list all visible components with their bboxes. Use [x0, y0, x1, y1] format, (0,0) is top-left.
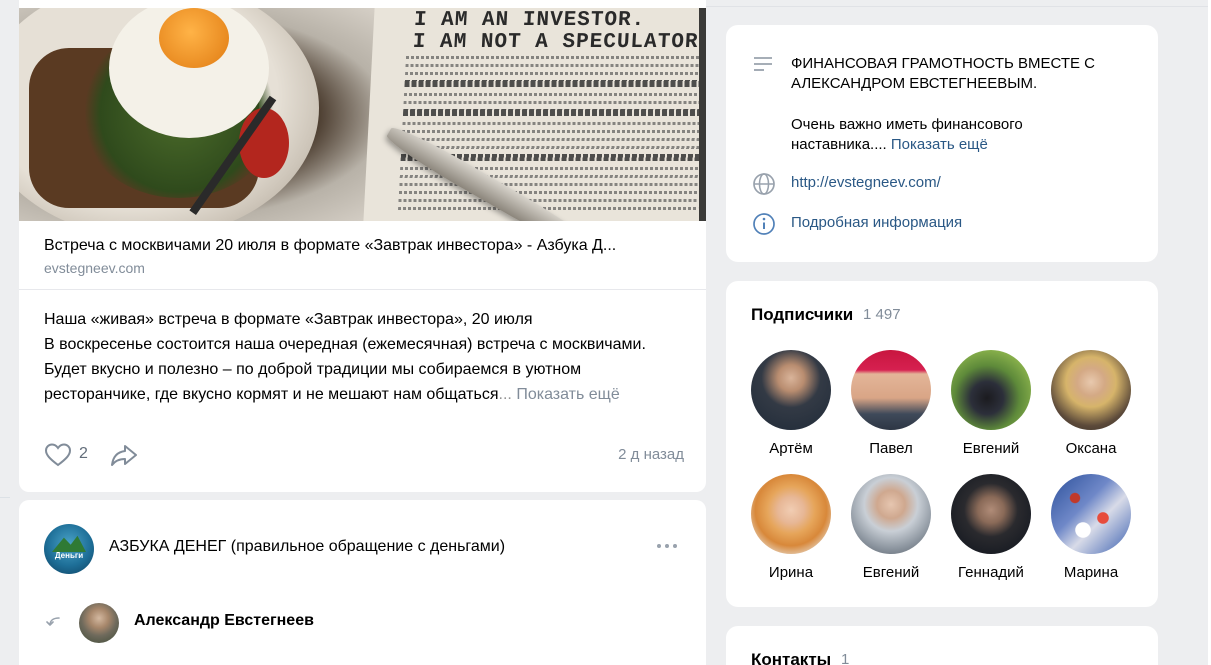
group-avatar[interactable]: Деньги [44, 524, 94, 574]
avatar [851, 474, 931, 554]
post-text: Наша «живая» встреча в формате «Завтрак … [44, 307, 694, 407]
subscriber-item[interactable]: Артём [751, 350, 831, 460]
avatar [1051, 474, 1131, 554]
post-link-image[interactable]: I AM AN INVESTOR. I AM NOT A SPECULATOR. [19, 8, 706, 221]
post-actions: 2 2 д назад [44, 440, 684, 470]
subscriber-name: Оксана [1065, 440, 1117, 457]
text-lines-icon [752, 53, 776, 77]
post-text-line: Будет вкусно и полезно – по доброй тради… [44, 361, 582, 378]
avatar [951, 474, 1031, 554]
author-avatar[interactable] [79, 603, 119, 643]
subscriber-item[interactable]: Павел [851, 350, 931, 460]
top-divider [706, 6, 1211, 7]
community-description: Очень важно иметь финансового наставника… [791, 116, 1023, 153]
contacts-title[interactable]: Контакты [751, 650, 831, 665]
website-link[interactable]: http://evstegneev.com/ [791, 174, 941, 191]
text-fade: ... [498, 386, 512, 403]
more-dots-icon [657, 544, 677, 548]
subscriber-name: Евгений [862, 564, 920, 581]
subscriber-name: Евгений [962, 440, 1020, 457]
avatar [851, 350, 931, 430]
post-card: I AM AN INVESTOR. I AM NOT A SPECULATOR.… [19, 0, 706, 492]
group-name[interactable]: АЗБУКА ДЕНЕГ (правильное обращение с ден… [109, 538, 505, 556]
contacts-card: Контакты 1 [726, 626, 1158, 665]
post-text-line: В воскресенье состоится наша очередная (… [44, 336, 646, 353]
more-options-button[interactable] [655, 538, 679, 554]
post-text-line: ресторанчике, где вкусно кормят и не меш… [44, 386, 620, 403]
subscribers-title[interactable]: Подписчики [751, 305, 853, 325]
info-card: ФИНАНСОВАЯ ГРАМОТНОСТЬ ВМЕСТЕ С АЛЕКСАНД… [726, 25, 1158, 262]
post-text-line: Наша «живая» встреча в формате «Завтрак … [44, 311, 533, 328]
avatar [751, 350, 831, 430]
avatar [1051, 350, 1131, 430]
post-time[interactable]: 2 д назад [618, 446, 684, 463]
like-count: 2 [79, 445, 88, 462]
description-show-more[interactable]: Показать ещё [891, 136, 988, 153]
subscriber-name: Марина [1063, 564, 1119, 581]
repost-card: Деньги АЗБУКА ДЕНЕГ (правильное обращени… [19, 500, 706, 665]
food-photo [19, 8, 389, 221]
investor-paper-photo: I AM AN INVESTOR. I AM NOT A SPECULATOR. [363, 8, 706, 221]
subscriber-item[interactable]: Геннадий [951, 474, 1031, 584]
paper-title: I AM AN INVESTOR. I AM NOT A SPECULATOR. [412, 9, 706, 54]
left-divider [0, 497, 10, 498]
subscriber-name: Геннадий [958, 564, 1024, 581]
subscriber-name: Павел [869, 440, 913, 457]
globe-icon [752, 172, 776, 196]
avatar [751, 474, 831, 554]
link-title[interactable]: Встреча с москвичами 20 июля в формате «… [44, 236, 684, 256]
group-avatar-label: Деньги [54, 551, 84, 560]
link-domain[interactable]: evstegneev.com [44, 259, 145, 277]
subscribers-card: Подписчики 1 497 Артём Павел Евгений Окс… [726, 281, 1158, 607]
subscribers-count: 1 497 [863, 306, 901, 323]
divider [19, 289, 706, 290]
subscriber-name: Ирина [768, 564, 814, 581]
subscriber-item[interactable]: Оксана [1051, 350, 1131, 460]
share-arrow-icon [111, 445, 137, 466]
subscriber-item[interactable]: Евгений [951, 350, 1031, 460]
subscriber-item[interactable]: Марина [1051, 474, 1131, 584]
show-more-link[interactable]: Показать ещё [516, 386, 619, 403]
subscriber-item[interactable]: Евгений [851, 474, 931, 584]
details-link[interactable]: Подробная информация [791, 214, 962, 231]
repost-icon [46, 614, 62, 630]
heart-icon [44, 443, 72, 467]
avatar [951, 350, 1031, 430]
like-button[interactable] [44, 442, 74, 468]
author-name[interactable]: Александр Евстегнеев [134, 612, 314, 630]
subscriber-name: Артём [769, 440, 813, 457]
community-status: ФИНАНСОВАЯ ГРАМОТНОСТЬ ВМЕСТЕ С АЛЕКСАНД… [791, 55, 1096, 92]
contacts-count: 1 [841, 651, 850, 665]
info-icon [752, 212, 776, 236]
subscriber-item[interactable]: Ирина [751, 474, 831, 584]
share-button[interactable] [109, 442, 139, 468]
feed-column: I AM AN INVESTOR. I AM NOT A SPECULATOR.… [19, 0, 706, 665]
